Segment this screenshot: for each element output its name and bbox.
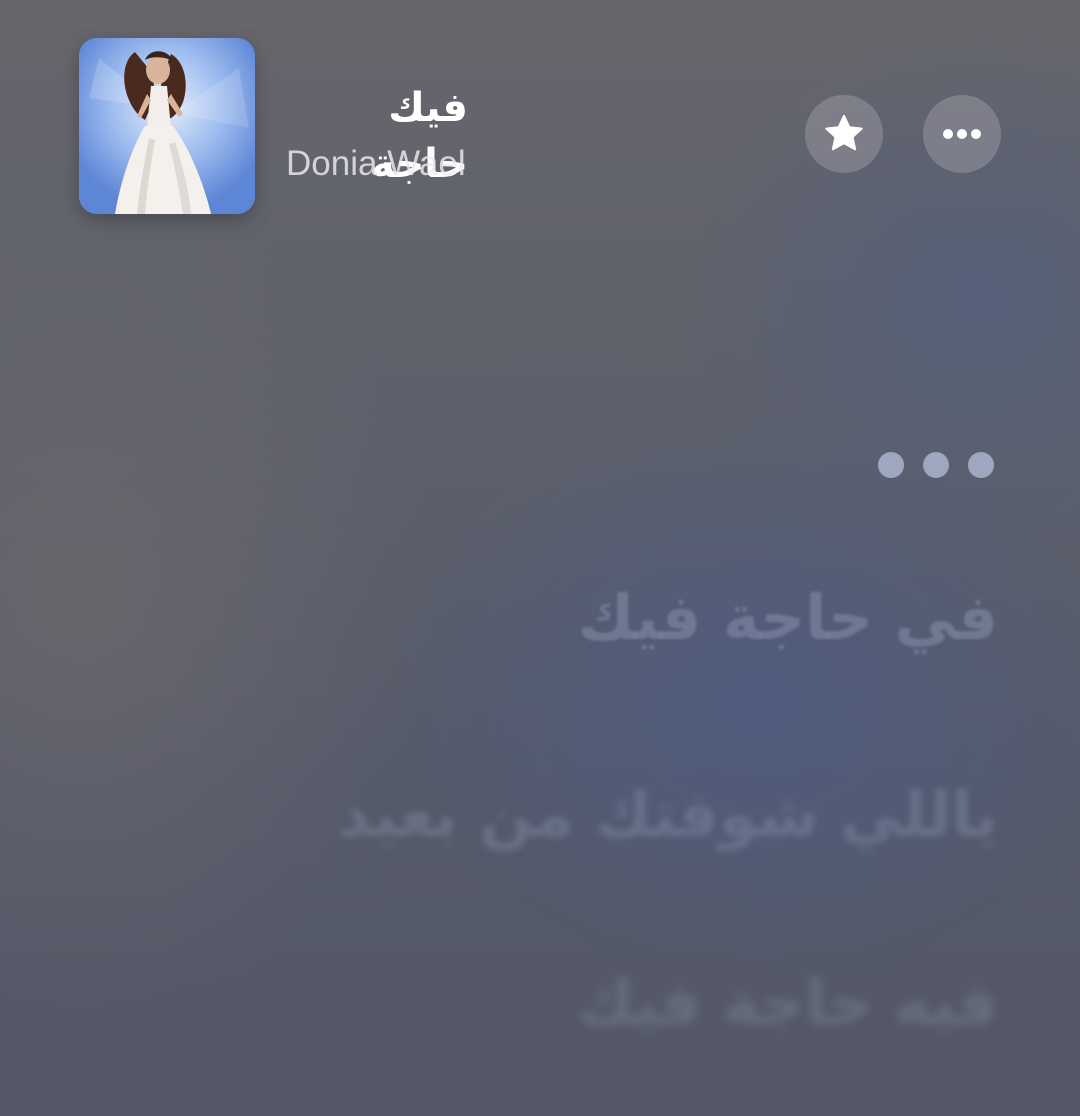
three-dots-interlude: [878, 452, 998, 482]
lyrics-view: في حاجة فيك ياللي شوفتك من بعيد فيه حاجة…: [0, 0, 1080, 1116]
interlude-dot: [923, 452, 949, 478]
interlude-dot: [878, 452, 904, 478]
lyric-line[interactable]: ياللي شوفتك من بعيد: [338, 775, 998, 855]
interlude-dot: [968, 452, 994, 478]
lyric-line[interactable]: في حاجة فيك: [578, 578, 998, 658]
lyric-line[interactable]: فيه حاجة فيك: [577, 963, 998, 1043]
